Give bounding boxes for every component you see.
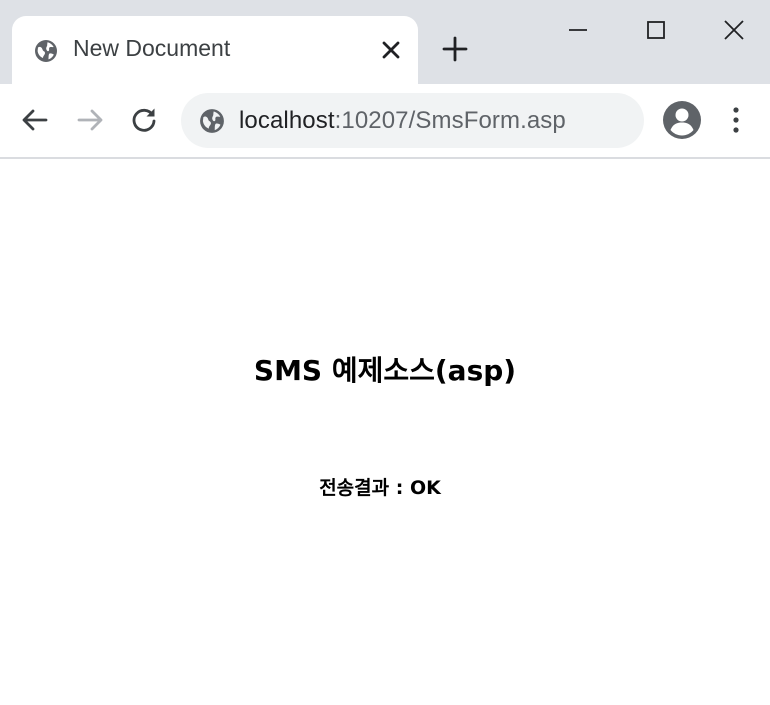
url-text[interactable]: localhost:10207/SmsForm.asp xyxy=(239,107,566,135)
kebab-menu-icon[interactable] xyxy=(724,102,748,138)
page-title: SMS 예제소스(asp) xyxy=(253,354,517,387)
tab-new-document[interactable]: New Document xyxy=(12,16,418,84)
result-label: 전송결과 xyxy=(319,477,390,499)
forward-arrow-icon[interactable] xyxy=(74,104,106,136)
url-host: localhost xyxy=(239,107,335,134)
plus-icon[interactable] xyxy=(440,34,470,64)
page-content: SMS 예제소스(asp) 전송결과 : OK xyxy=(0,159,770,705)
result-value: OK xyxy=(409,477,441,499)
account-circle-icon[interactable] xyxy=(662,100,702,140)
url-path: :10207/SmsForm.asp xyxy=(334,107,566,134)
globe-icon[interactable] xyxy=(199,108,225,134)
tab-title: New Document xyxy=(73,35,231,61)
reload-icon[interactable] xyxy=(128,104,160,136)
close-window-icon[interactable] xyxy=(714,10,754,50)
back-arrow-icon[interactable] xyxy=(19,104,51,136)
result-separator: : xyxy=(389,477,410,499)
address-bar[interactable]: localhost:10207/SmsForm.asp xyxy=(181,93,644,148)
minimize-icon[interactable] xyxy=(558,10,598,50)
browser-toolbar: localhost:10207/SmsForm.asp xyxy=(0,84,770,159)
send-result: 전송결과 : OK xyxy=(0,474,760,502)
maximize-icon[interactable] xyxy=(636,10,676,50)
browser-window: New Document localhost:10207/SmsForm.asp… xyxy=(0,0,770,705)
close-icon[interactable] xyxy=(378,37,404,63)
tab-strip: New Document xyxy=(0,0,770,84)
globe-icon xyxy=(35,40,57,62)
